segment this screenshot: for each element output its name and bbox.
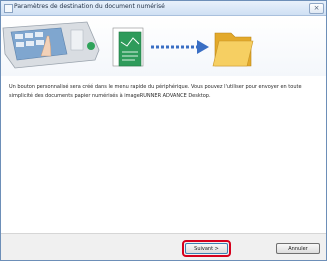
description-text: Un bouton personnalisé sera créé dans le… <box>9 84 302 99</box>
header-banner <box>1 16 326 76</box>
cancel-button[interactable]: Annuler <box>276 243 320 254</box>
banner-illustration <box>2 21 254 69</box>
app-icon <box>4 4 13 13</box>
transfer-arrow-icon <box>151 40 209 54</box>
window-title: Paramètres de destination du document nu… <box>14 3 165 10</box>
dialog-window: Paramètres de destination du document nu… <box>0 0 327 261</box>
close-button[interactable]: × <box>309 3 324 14</box>
title-bar: Paramètres de destination du document nu… <box>1 1 326 16</box>
next-button[interactable]: Suivant > <box>185 243 228 254</box>
device-panel-icon <box>2 21 100 69</box>
document-icon <box>112 27 144 67</box>
folder-icon <box>212 32 254 67</box>
